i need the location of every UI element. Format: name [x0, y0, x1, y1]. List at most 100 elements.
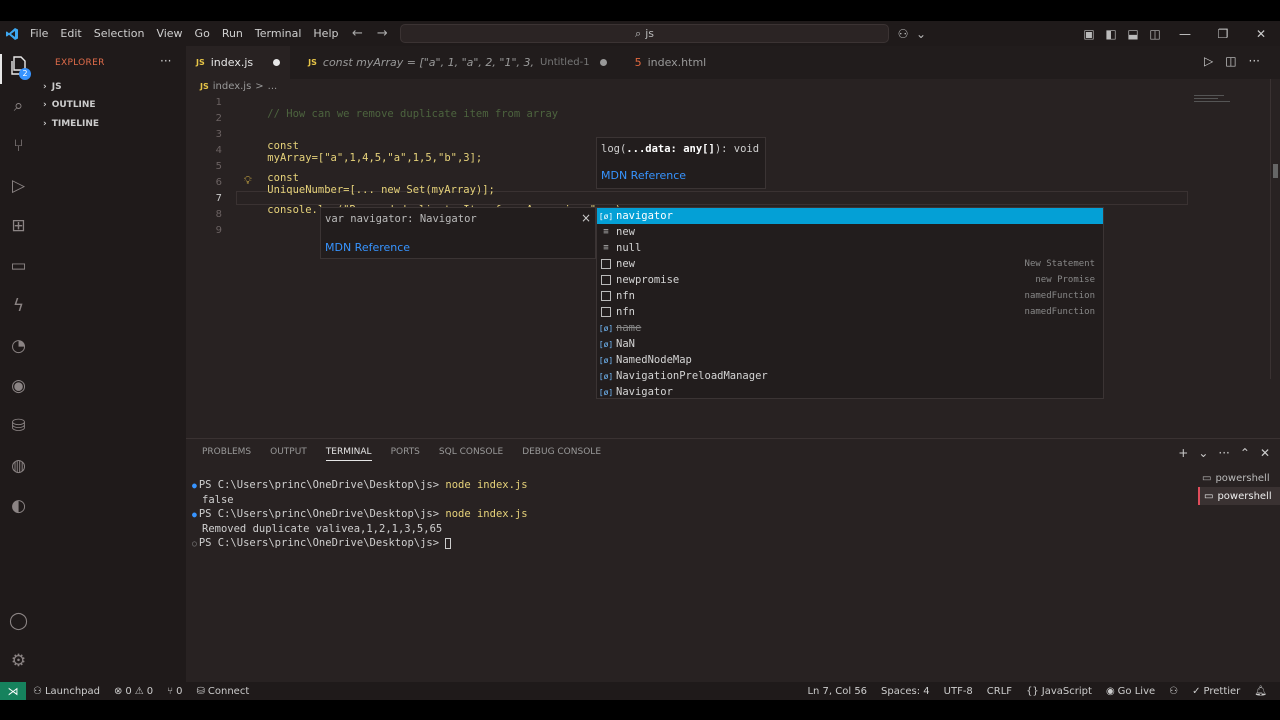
customize-layout-icon[interactable]: ▣ [1078, 27, 1100, 41]
unsaved-dot-icon[interactable] [273, 59, 281, 66]
suggestion-item[interactable]: [ø] NavigationPreloadManager [597, 368, 1103, 384]
close-panel-icon[interactable]: ✕ [1260, 446, 1270, 460]
section-outline[interactable]: › OUTLINE [43, 100, 96, 110]
tab-index-html[interactable]: 5 index.html [617, 46, 717, 79]
chevron-down-icon[interactable]: ⌄ [1198, 446, 1208, 460]
indentation[interactable]: Spaces: 4 [874, 686, 937, 697]
github-icon[interactable]: ◍ [0, 456, 37, 476]
line-endings[interactable]: CRLF [980, 686, 1019, 697]
suggestion-item[interactable]: [ø] navigator [597, 208, 1103, 224]
suggestion-label: null [616, 242, 642, 254]
tab-output[interactable]: OUTPUT [270, 447, 307, 461]
search-activity-icon[interactable]: ⌕ [0, 96, 37, 116]
connect-button[interactable]: ⛁ Connect [190, 686, 257, 697]
suggestion-item[interactable]: [ø] NaN [597, 336, 1103, 352]
copilot-status-icon[interactable]: ⚇ [1162, 686, 1185, 697]
tab-index-js[interactable]: JS index.js [186, 46, 291, 79]
suggestion-item[interactable]: newpromise new Promise [597, 272, 1103, 288]
account-icon[interactable]: ◯ [0, 611, 37, 631]
breadcrumb-rest[interactable]: ... [268, 81, 278, 92]
back-arrow-icon[interactable]: ← [352, 26, 363, 41]
menu-terminal[interactable]: Terminal [249, 27, 308, 40]
toggle-sidebar-icon[interactable]: ◧ [1100, 27, 1122, 41]
section-timeline[interactable]: › TIMELINE [43, 119, 99, 129]
suggestion-item[interactable]: [ø] name [597, 320, 1103, 336]
tab-problems[interactable]: PROBLEMS [202, 447, 251, 461]
terminal-line[interactable]: ○ PS C:\Users\princ\OneDrive\Desktop\js> [192, 537, 452, 549]
gitlens-icon[interactable]: ◔ [0, 336, 37, 356]
launchpad-button[interactable]: ⚇ Launchpad [26, 686, 107, 697]
suggestion-item[interactable]: nfn namedFunction [597, 288, 1103, 304]
menu-view[interactable]: View [150, 27, 188, 40]
database-icon[interactable]: ⛁ [0, 416, 37, 436]
more-actions-icon[interactable]: ··· [1218, 446, 1229, 460]
command-center-search[interactable]: ⌕ js [400, 24, 889, 43]
maximize-panel-icon[interactable]: ⌃ [1240, 446, 1250, 460]
problems-indicator[interactable]: ⊗ 0 ⚠ 0 [107, 686, 160, 697]
source-control-icon[interactable]: ⑂ [0, 136, 37, 156]
cursor-position[interactable]: Ln 7, Col 56 [800, 686, 874, 697]
minimize-icon[interactable]: — [1166, 27, 1204, 41]
copilot-dropdown-icon[interactable]: ⌄ [914, 27, 928, 41]
menu-selection[interactable]: Selection [88, 27, 151, 40]
suggestion-item[interactable]: ≡ null [597, 240, 1103, 256]
explorer-icon[interactable] [0, 56, 37, 81]
status-right: Ln 7, Col 56 Spaces: 4 UTF-8 CRLF {} Java… [800, 682, 1274, 700]
tab-ports[interactable]: PORTS [391, 447, 420, 461]
chevron-right-icon: › [43, 119, 47, 129]
suggestion-item[interactable]: [ø] NamedNodeMap [597, 352, 1103, 368]
run-debug-icon[interactable]: ▷ [0, 176, 37, 196]
more-actions-icon[interactable]: ··· [1249, 54, 1260, 68]
settings-gear-icon[interactable]: ⚙ [0, 651, 37, 671]
suggestion-item[interactable]: ≡ new [597, 224, 1103, 240]
mdn-reference-link[interactable]: MDN Reference [325, 241, 410, 254]
suggestion-item[interactable]: new New Statement [597, 256, 1103, 272]
terminal-entry[interactable]: ▭ powershell [1198, 469, 1280, 487]
remote-explorer-icon[interactable]: ▭ [0, 256, 37, 276]
tab-sql-console[interactable]: SQL CONSOLE [439, 447, 503, 461]
prettier-button[interactable]: ✓ Prettier [1185, 686, 1247, 697]
menu-go[interactable]: Go [189, 27, 216, 40]
remote-icon[interactable]: ⋊ [0, 682, 26, 700]
chat-icon[interactable]: ◐ [0, 496, 37, 516]
breadcrumb-file[interactable]: index.js [213, 81, 252, 92]
suggestion-item[interactable]: [ø] Navigator [597, 384, 1103, 400]
suggestion-item[interactable]: nfn namedFunction [597, 304, 1103, 320]
menu-help[interactable]: Help [307, 27, 344, 40]
toggle-secondary-sidebar-icon[interactable]: ◫ [1144, 27, 1166, 41]
copilot-icon[interactable]: ⚇ [892, 27, 914, 41]
tab-untitled[interactable]: JS const myArray = ["a", 1, "a", 2, "1",… [290, 46, 616, 79]
split-editor-icon[interactable]: ◫ [1225, 54, 1236, 68]
run-file-icon[interactable]: ▷ [1204, 54, 1213, 68]
restore-icon[interactable]: ❐ [1204, 27, 1242, 41]
notifications-bell-icon[interactable]: 🔔︎ [1247, 686, 1274, 697]
close-window-icon[interactable]: ✕ [1242, 27, 1280, 41]
menu-run[interactable]: Run [216, 27, 249, 40]
more-actions-icon[interactable]: ··· [160, 54, 171, 68]
code-line-1[interactable]: // How can we remove duplicate item from… [242, 96, 558, 132]
section-js[interactable]: › JS [43, 82, 62, 92]
go-live-button[interactable]: ◉ Go Live [1099, 686, 1162, 697]
mdn-reference-link[interactable]: MDN Reference [601, 169, 686, 182]
editor-scrollbar-thumb[interactable] [1273, 164, 1278, 178]
editor-actions: ▷ ◫ ··· [1204, 54, 1260, 68]
tab-debug-console[interactable]: DEBUG CONSOLE [522, 447, 601, 461]
language-mode[interactable]: {} JavaScript [1019, 686, 1099, 697]
extensions-icon[interactable]: ⊞ [0, 216, 37, 236]
ports-indicator[interactable]: ⑂ 0 [160, 686, 189, 697]
tab-terminal[interactable]: TERMINAL [325, 447, 372, 461]
forward-arrow-icon[interactable]: → [377, 26, 388, 41]
lightning-icon[interactable]: ϟ [0, 296, 37, 316]
new-terminal-icon[interactable]: + [1178, 446, 1188, 460]
terminal-entry[interactable]: ▭ powershell [1198, 487, 1280, 505]
lightbulb-icon[interactable]: 💡︎ [244, 174, 252, 188]
close-icon[interactable]: × [581, 211, 591, 225]
keyword: const [267, 140, 299, 152]
unsaved-dot-icon[interactable] [599, 59, 607, 66]
minimap[interactable] [1194, 94, 1234, 104]
encoding[interactable]: UTF-8 [937, 686, 980, 697]
toggle-panel-icon[interactable]: ⬓ [1122, 27, 1144, 41]
query-icon[interactable]: ◉ [0, 376, 37, 396]
menu-file[interactable]: File [24, 27, 54, 40]
menu-edit[interactable]: Edit [54, 27, 87, 40]
